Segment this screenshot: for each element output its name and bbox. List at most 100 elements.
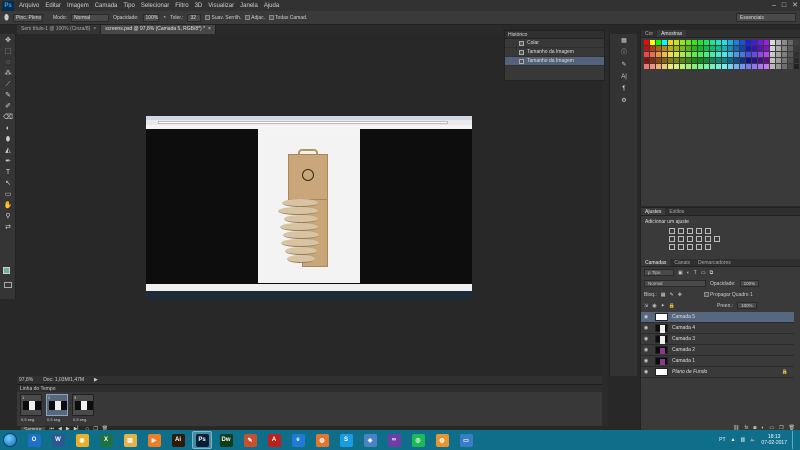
unify-visibility-icon[interactable]: ◉: [652, 303, 656, 309]
tool-icon[interactable]: ◌: [3, 58, 13, 67]
lock-all-icon[interactable]: 🔒: [669, 303, 675, 309]
color-swatch[interactable]: [794, 46, 799, 51]
color-swatch[interactable]: [704, 46, 709, 51]
character-panel-icon[interactable]: A|: [615, 73, 633, 82]
color-swatch[interactable]: [782, 46, 787, 51]
color-swatch[interactable]: [722, 40, 727, 45]
panel-tab[interactable]: Ajustes: [641, 208, 666, 215]
color-swatch[interactable]: [764, 52, 769, 57]
taskbar-app-media[interactable]: ▶: [144, 431, 164, 449]
color-swatch[interactable]: [758, 64, 763, 69]
color-swatch[interactable]: [674, 46, 679, 51]
animation-frame[interactable]: 3: [72, 394, 94, 416]
color-swatch[interactable]: [680, 52, 685, 57]
color-swatch[interactable]: [704, 58, 709, 63]
minimize-button[interactable]: –: [772, 0, 776, 11]
color-swatch[interactable]: [734, 52, 739, 57]
visibility-eye-icon[interactable]: ◉: [641, 347, 651, 353]
color-swatch[interactable]: [698, 52, 703, 57]
color-swatch[interactable]: [644, 52, 649, 57]
color-swatch[interactable]: [686, 46, 691, 51]
brightness-icon[interactable]: [669, 228, 675, 234]
layer-row[interactable]: ◉ Camada 3: [641, 334, 794, 345]
volume-icon[interactable]: 🔈: [750, 437, 756, 443]
layer-row[interactable]: ◉ Camada 1: [641, 356, 794, 367]
visibility-eye-icon[interactable]: ◉: [641, 369, 651, 375]
color-swatch[interactable]: [650, 40, 655, 45]
color-swatch[interactable]: [650, 46, 655, 51]
tool-icon[interactable]: ↖: [3, 179, 13, 188]
color-swatch[interactable]: [746, 40, 751, 45]
taskbar-app-explorer[interactable]: ▤: [120, 431, 140, 449]
menu-item[interactable]: Selecionar: [138, 3, 172, 9]
tool-presets-icon[interactable]: ⚙: [615, 97, 633, 106]
tool-icon[interactable]: ✎: [3, 91, 13, 100]
tool-icon[interactable]: ⬮: [3, 135, 13, 144]
network-icon[interactable]: ▥: [740, 437, 745, 443]
channel-mixer-icon[interactable]: [705, 236, 711, 242]
taskbar-app-illustrator[interactable]: Ai: [168, 431, 188, 449]
color-swatch[interactable]: [662, 40, 667, 45]
color-swatch[interactable]: [734, 64, 739, 69]
color-swatch[interactable]: [668, 64, 673, 69]
taskbar-app-dreamweaver[interactable]: Dw: [216, 431, 236, 449]
history-item[interactable]: Tamanho da Imagem: [505, 48, 604, 57]
color-swatch[interactable]: [788, 52, 793, 57]
color-swatch[interactable]: [776, 58, 781, 63]
close-tab-icon[interactable]: ×: [93, 26, 96, 32]
color-swatch[interactable]: [752, 64, 757, 69]
tool-icon[interactable]: ⁂: [3, 69, 13, 78]
color-swatch[interactable]: [758, 58, 763, 63]
panel-tab[interactable]: Canais: [670, 259, 694, 266]
brush-preset-select[interactable]: Pinc. Pleno: [13, 13, 44, 22]
layer-row[interactable]: ◉ Camada 5: [641, 312, 794, 323]
visibility-eye-icon[interactable]: ◉: [641, 325, 651, 331]
menu-item[interactable]: Filtro: [172, 3, 191, 9]
color-swatch[interactable]: [692, 58, 697, 63]
layer-row[interactable]: ◉ Plano de Fundo 🔒: [641, 367, 794, 378]
invert-icon[interactable]: [669, 244, 675, 250]
color-swatch[interactable]: [710, 58, 715, 63]
filter-pixel-icon[interactable]: ▣: [678, 270, 683, 276]
color-swatch[interactable]: [782, 58, 787, 63]
color-swatch[interactable]: [656, 46, 661, 51]
color-swatch[interactable]: [734, 46, 739, 51]
color-swatch[interactable]: [710, 64, 715, 69]
color-swatch[interactable]: [650, 64, 655, 69]
color-swatch[interactable]: [722, 64, 727, 69]
frame-delay-select[interactable]: 0,5 seg.: [73, 417, 87, 422]
tool-icon[interactable]: ✒: [3, 157, 13, 166]
black-white-icon[interactable]: [687, 236, 693, 242]
color-swatch[interactable]: [770, 64, 775, 69]
menu-item[interactable]: Tipo: [120, 3, 137, 9]
color-swatch[interactable]: [662, 52, 667, 57]
color-swatch[interactable]: [788, 64, 793, 69]
layer-opacity-input[interactable]: 100%: [739, 280, 760, 287]
color-swatch[interactable]: [668, 46, 673, 51]
color-swatch[interactable]: [728, 40, 733, 45]
opacity-input[interactable]: 100%: [142, 13, 159, 22]
frame-delay-select[interactable]: 0,5 seg.: [21, 417, 35, 422]
hue-icon[interactable]: [669, 236, 675, 242]
color-swatch[interactable]: [746, 46, 751, 51]
color-swatch[interactable]: [722, 46, 727, 51]
color-swatch[interactable]: [674, 58, 679, 63]
taskbar-app-excel[interactable]: X: [96, 431, 116, 449]
color-swatch[interactable]: [686, 64, 691, 69]
color-swatch[interactable]: [668, 58, 673, 63]
mode-select[interactable]: Normal: [70, 13, 109, 22]
menu-item[interactable]: Visualizar: [205, 3, 237, 9]
color-swatch[interactable]: [680, 64, 685, 69]
color-swatch[interactable]: [716, 64, 721, 69]
lock-paint-icon[interactable]: ✎: [670, 292, 674, 298]
unify-position-icon[interactable]: ⇲: [644, 303, 648, 309]
color-swatch[interactable]: [758, 46, 763, 51]
color-swatch[interactable]: [644, 46, 649, 51]
tool-icon[interactable]: ◐: [3, 124, 13, 133]
contiguous-checkbox[interactable]: Adjac.: [245, 15, 265, 21]
color-swatch[interactable]: [656, 52, 661, 57]
taskbar-app-app-orange-2[interactable]: ◍: [432, 431, 452, 449]
taskbar-app-photoshop[interactable]: Ps: [192, 431, 212, 449]
tool-icon[interactable]: ▭: [3, 190, 13, 199]
color-swatch[interactable]: [644, 64, 649, 69]
